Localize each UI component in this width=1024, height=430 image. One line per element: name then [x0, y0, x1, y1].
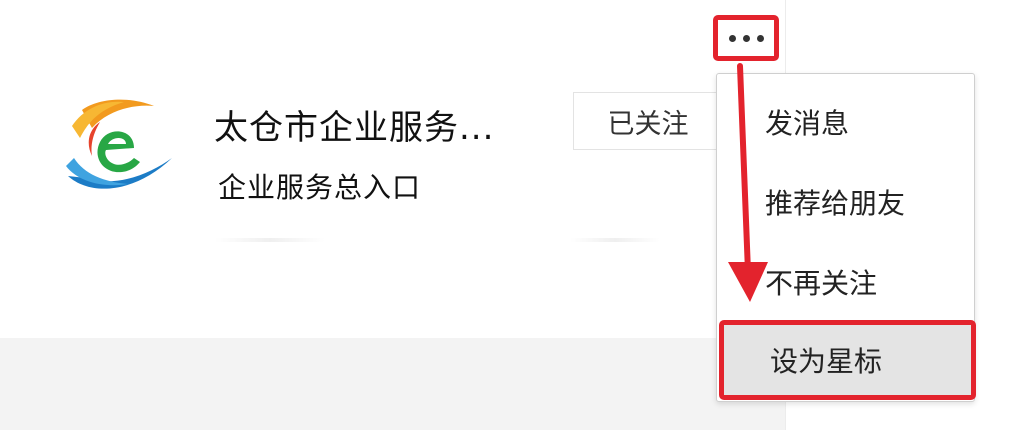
more-dots-icon: [728, 34, 764, 42]
menu-item-set-starred[interactable]: 设为星标: [719, 320, 976, 400]
account-description: 企业服务总入口: [218, 171, 422, 204]
faint-divider-right: [570, 238, 660, 242]
menu-item-send-message[interactable]: 发消息: [717, 82, 974, 162]
follow-status-button[interactable]: 已关注: [573, 92, 723, 150]
menu-item-recommend-to-friend[interactable]: 推荐给朋友: [717, 162, 974, 242]
menu-item-unfollow[interactable]: 不再关注: [717, 242, 974, 322]
account-logo-icon: [64, 96, 176, 196]
menu-item-label: 发消息: [765, 107, 850, 140]
account-name: 太仓市企业服务...: [214, 108, 495, 148]
menu-item-label: 设为星标: [770, 345, 883, 378]
footer-strip: [0, 338, 785, 430]
more-options-menu: 发消息 推荐给朋友 不再关注 设为星标: [716, 73, 976, 402]
menu-item-label: 推荐给朋友: [765, 187, 906, 220]
faint-divider-left: [215, 238, 325, 242]
page-stage: 太仓市企业服务... 企业服务总入口 已关注 发消息 推荐给朋友 不再关注 设为…: [0, 0, 1024, 430]
more-options-button[interactable]: [713, 15, 779, 61]
menu-item-label: 不再关注: [765, 267, 878, 300]
